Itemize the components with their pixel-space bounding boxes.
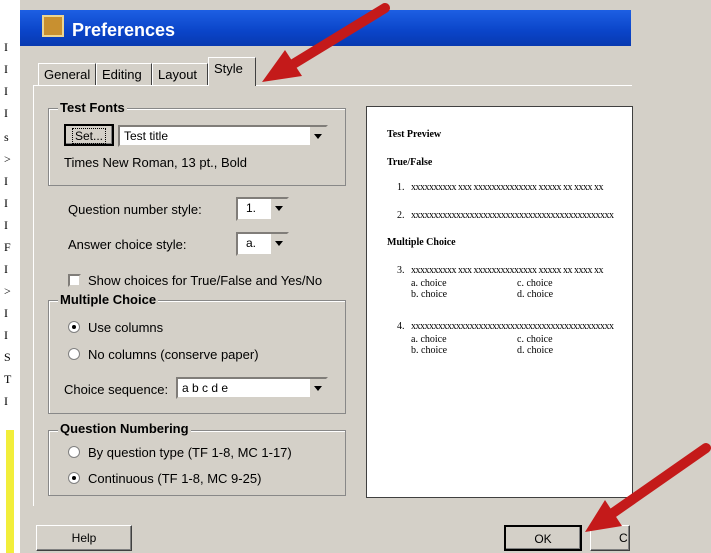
tab-style[interactable]: Style: [208, 57, 256, 86]
tab-style-label: Style: [214, 61, 243, 76]
arrow-to-ok-button: [585, 443, 711, 532]
arrow-to-style-tab: [262, 3, 390, 82]
annotation-arrows: [262, 3, 711, 532]
